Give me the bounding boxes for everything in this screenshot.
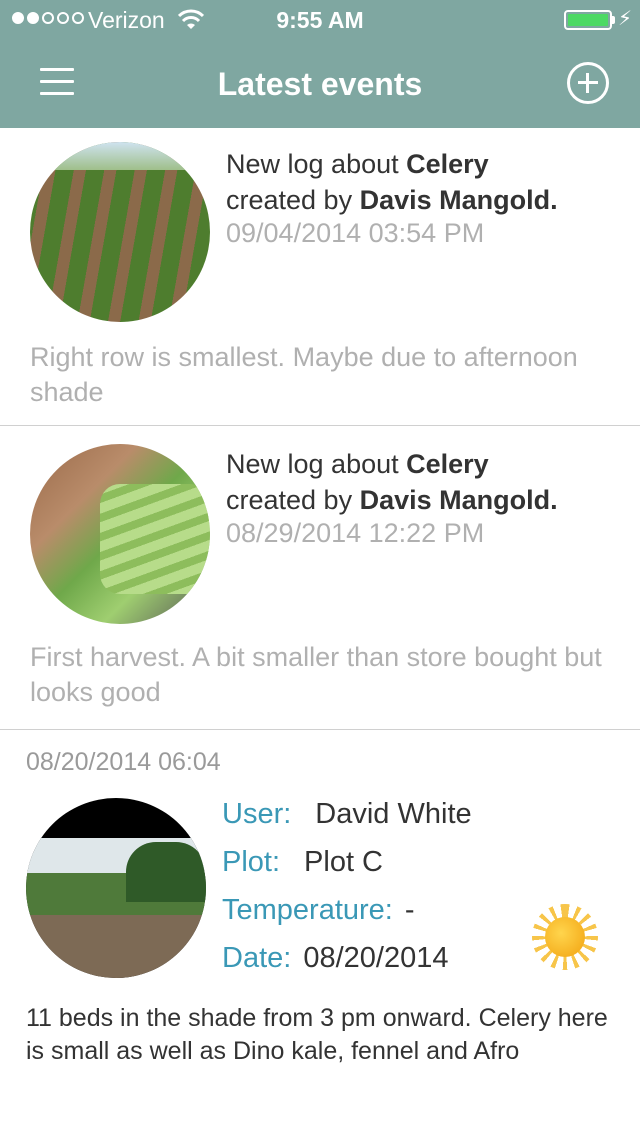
detail-plot: Plot C: [304, 846, 384, 878]
detail-user: David White: [315, 798, 472, 830]
battery-tip: [611, 16, 615, 24]
author-name: Davis Mangold.: [359, 485, 558, 515]
author-name: Davis Mangold.: [359, 185, 558, 215]
add-event-icon[interactable]: [567, 62, 609, 104]
detail-photo-field: [26, 798, 206, 978]
event-date: 09/04/2014 03:54 PM: [226, 218, 485, 248]
events-feed: New log about Celery created by Davis Ma…: [0, 128, 640, 1140]
event-item[interactable]: New log about Celery created by Davis Ma…: [0, 128, 640, 426]
event-headline: New log about Celery created by Davis Ma…: [226, 449, 558, 515]
page-title: Latest events: [217, 66, 423, 102]
event-item[interactable]: New log about Celery created by Davis Ma…: [0, 426, 640, 730]
crop-name: Celery: [406, 149, 489, 179]
battery-icon: [564, 10, 612, 30]
sun-icon: [532, 904, 598, 970]
nav-bar: Latest events: [0, 40, 640, 128]
event-note: First harvest. A bit smaller than store …: [30, 642, 602, 707]
app-header: Verizon 9:55 AM ⚡ Latest events: [0, 0, 640, 128]
detail-plot-row: Plot: Plot C: [222, 846, 384, 878]
detail-description: 11 beds in the shade from 3 pm onward. C…: [26, 1004, 608, 1065]
event-photo-harvest: [30, 444, 210, 624]
event-note: Right row is smallest. Maybe due to afte…: [30, 342, 578, 407]
detail-temperature: -: [404, 894, 415, 926]
charging-icon: ⚡: [618, 8, 633, 30]
status-bar: Verizon 9:55 AM ⚡: [0, 0, 640, 40]
detail-temperature-row: Temperature: -: [222, 894, 415, 926]
detail-date: 08/20/2014: [303, 942, 449, 974]
status-time: 9:55 AM: [276, 7, 364, 33]
event-photo-field: [30, 142, 210, 322]
detail-user-row: User: David White: [222, 798, 472, 830]
detail-timestamp: 08/20/2014 06:04: [26, 748, 221, 776]
crop-name: Celery: [406, 449, 489, 479]
event-detail-card[interactable]: 08/20/2014 06:04 User: David White Plot: P…: [0, 730, 640, 1140]
event-headline: New log about Celery created by Davis Ma…: [226, 149, 558, 215]
event-date: 08/29/2014 12:22 PM: [226, 518, 485, 548]
detail-date-row: Date: 08/20/2014: [222, 942, 449, 974]
